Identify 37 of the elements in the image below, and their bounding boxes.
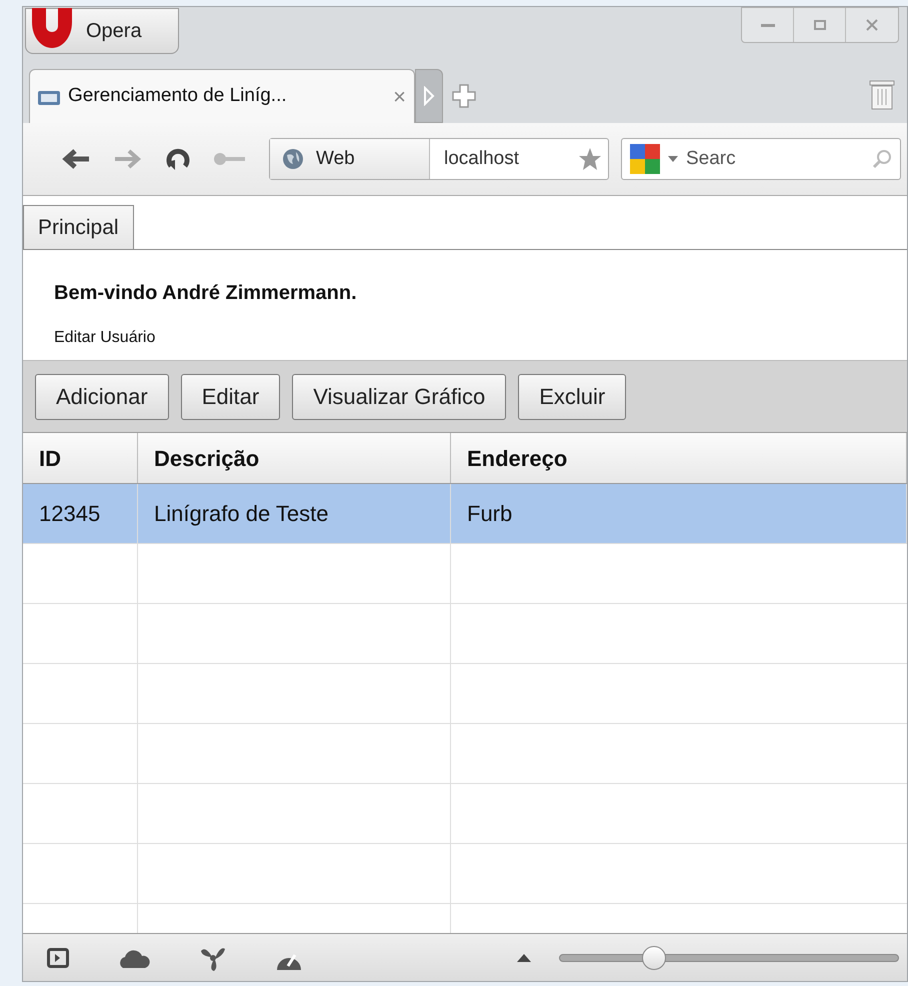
table-row[interactable]: 12345 Linígrafo de Teste Furb bbox=[23, 484, 907, 544]
column-header[interactable]: ID bbox=[23, 433, 138, 483]
table-cell: 12345 bbox=[23, 484, 138, 543]
tab-scroll-button[interactable] bbox=[415, 69, 443, 123]
up-arrow-icon[interactable] bbox=[517, 954, 531, 962]
column-header[interactable]: Endereço bbox=[451, 433, 907, 483]
close-icon bbox=[866, 19, 878, 31]
table-cell: Furb bbox=[451, 484, 907, 543]
toolbar-button[interactable]: Adicionar bbox=[35, 374, 169, 420]
plus-icon[interactable] bbox=[451, 83, 477, 109]
column-header[interactable]: Descrição bbox=[138, 433, 451, 483]
toolbar-button[interactable]: Visualizar Gráfico bbox=[292, 374, 506, 420]
search-field[interactable]: Searc bbox=[621, 138, 901, 180]
reload-icon[interactable] bbox=[165, 146, 191, 172]
browser-tab[interactable]: Gerenciamento de Liníg... × bbox=[29, 69, 415, 123]
dropdown-arrow-icon bbox=[668, 156, 678, 162]
page-tab[interactable]: Principal bbox=[23, 205, 134, 249]
right-arrow-icon bbox=[423, 86, 435, 106]
welcome-message: Bem-vindo André Zimmermann. bbox=[54, 281, 358, 306]
star-icon[interactable] bbox=[578, 147, 602, 171]
address-field[interactable]: localhost bbox=[444, 144, 578, 174]
back-icon[interactable] bbox=[61, 148, 91, 170]
zoom-slider[interactable] bbox=[559, 946, 899, 970]
search-icon bbox=[872, 149, 892, 169]
panel-toggle-icon[interactable] bbox=[47, 948, 69, 968]
key-icon[interactable] bbox=[213, 151, 247, 167]
edit-user-link[interactable]: Editar Usuário bbox=[54, 326, 907, 350]
cloud-icon[interactable] bbox=[117, 948, 151, 968]
toolbar-button[interactable]: Excluir bbox=[518, 374, 626, 420]
table-cell: Linígrafo de Teste bbox=[138, 484, 451, 543]
toolbar-button[interactable]: Editar bbox=[180, 374, 280, 420]
web-mode-button[interactable]: Web bbox=[270, 139, 430, 179]
globe-icon bbox=[282, 148, 304, 170]
tab-title: Gerenciamento de Liníg... bbox=[68, 84, 288, 108]
forward-icon[interactable] bbox=[113, 148, 143, 170]
search-engine-icon bbox=[630, 144, 660, 174]
opera-menu-button[interactable]: Opera bbox=[25, 8, 179, 54]
